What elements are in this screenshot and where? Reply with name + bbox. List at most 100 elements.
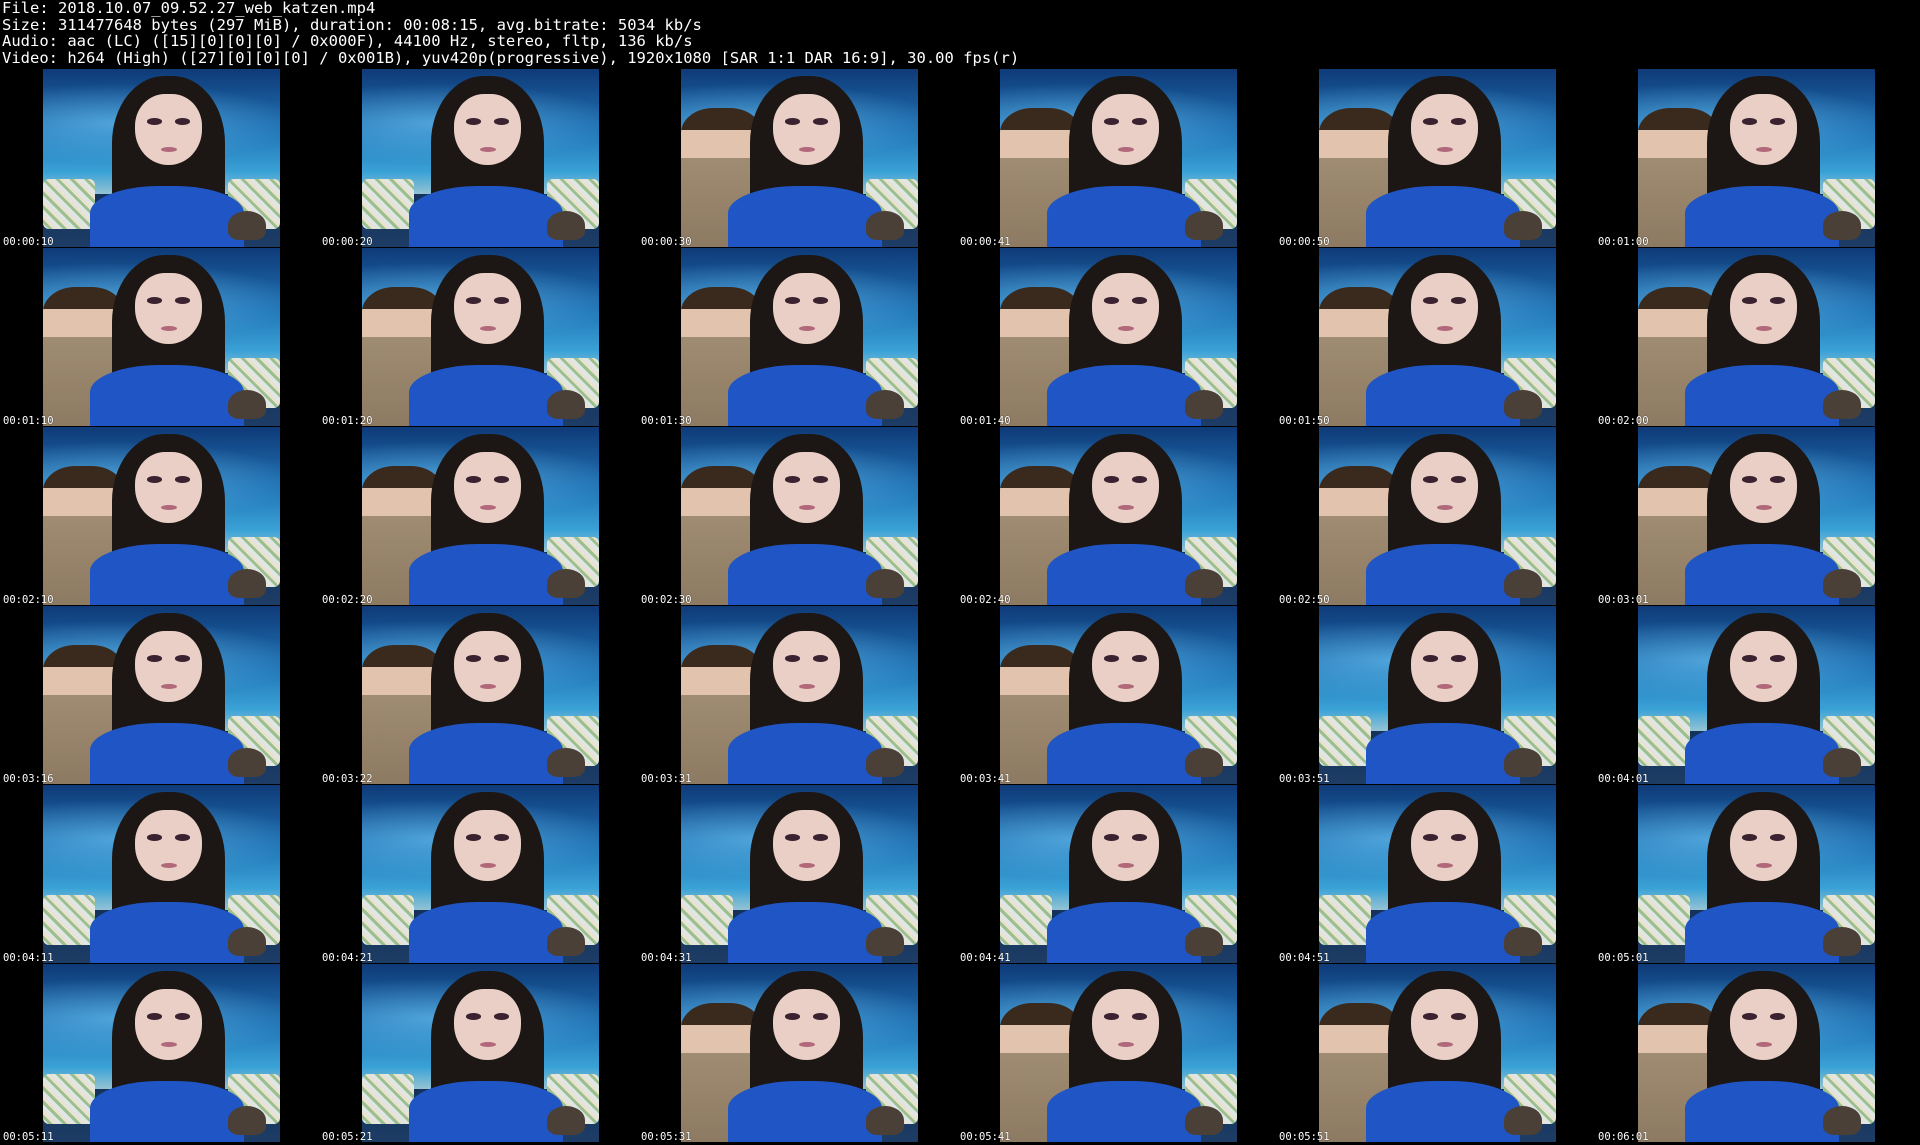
- video-frame-thumbnail: [362, 606, 599, 784]
- thumbnail-cell: 00:00:20: [319, 69, 638, 248]
- frame-timestamp: 00:06:01: [1598, 1131, 1649, 1143]
- video-frame-thumbnail: [1319, 785, 1556, 963]
- frame-timestamp: 00:05:01: [1598, 952, 1649, 964]
- frame-timestamp: 00:00:41: [960, 236, 1011, 248]
- video-frame-thumbnail: [1638, 964, 1875, 1142]
- audio-info-line: Audio: aac (LC) ([15][0][0][0] / 0x000F)…: [2, 32, 693, 50]
- video-frame-thumbnail: [1638, 427, 1875, 605]
- frame-timestamp: 00:02:30: [641, 594, 692, 606]
- video-frame-thumbnail: [681, 964, 918, 1142]
- video-info-line: Video: h264 (High) ([27][0][0][0] / 0x00…: [2, 48, 1020, 67]
- video-frame-thumbnail: [1000, 606, 1237, 784]
- thumbnail-cell: 00:04:11: [0, 785, 319, 964]
- frame-timestamp: 00:02:10: [3, 594, 54, 606]
- frame-timestamp: 00:04:11: [3, 952, 54, 964]
- thumbnail-cell: 00:02:40: [957, 427, 1276, 606]
- frame-timestamp: 00:02:40: [960, 594, 1011, 606]
- video-frame-thumbnail: [362, 69, 599, 247]
- frame-timestamp: 00:03:01: [1598, 594, 1649, 606]
- video-frame-thumbnail: [1000, 785, 1237, 963]
- thumbnail-cell: 00:02:30: [638, 427, 957, 606]
- video-frame-thumbnail: [1319, 69, 1556, 247]
- thumbnail-cell: 00:03:01: [1595, 427, 1914, 606]
- video-frame-thumbnail: [362, 785, 599, 963]
- thumbnail-cell: 00:04:01: [1595, 606, 1914, 785]
- frame-timestamp: 00:04:51: [1279, 952, 1330, 964]
- file-size-line: Size: 311477648 bytes (297 MiB), duratio…: [2, 15, 702, 34]
- frame-timestamp: 00:03:31: [641, 773, 692, 785]
- video-frame-thumbnail: [43, 785, 280, 963]
- frame-timestamp: 00:04:31: [641, 952, 692, 964]
- frame-timestamp: 00:01:40: [960, 415, 1011, 427]
- frame-timestamp: 00:04:41: [960, 952, 1011, 964]
- video-frame-thumbnail: [1319, 606, 1556, 784]
- video-frame-thumbnail: [1638, 785, 1875, 963]
- frame-timestamp: 00:04:01: [1598, 773, 1649, 785]
- thumbnail-cell: 00:00:50: [1276, 69, 1595, 248]
- frame-timestamp: 00:05:11: [3, 1131, 54, 1143]
- thumbnail-cell: 00:03:16: [0, 606, 319, 785]
- frame-timestamp: 00:02:50: [1279, 594, 1330, 606]
- video-frame-thumbnail: [1000, 69, 1237, 247]
- frame-timestamp: 00:01:50: [1279, 415, 1330, 427]
- thumbnail-cell: 00:04:51: [1276, 785, 1595, 964]
- video-frame-thumbnail: [43, 427, 280, 605]
- thumbnail-cell: 00:02:00: [1595, 248, 1914, 427]
- thumbnail-cell: 00:01:00: [1595, 69, 1914, 248]
- video-frame-thumbnail: [1000, 248, 1237, 426]
- video-frame-thumbnail: [1319, 964, 1556, 1142]
- frame-timestamp: 00:00:20: [322, 236, 373, 248]
- video-frame-thumbnail: [681, 606, 918, 784]
- video-frame-thumbnail: [681, 427, 918, 605]
- frame-timestamp: 00:03:51: [1279, 773, 1330, 785]
- video-frame-thumbnail: [1319, 427, 1556, 605]
- frame-timestamp: 00:05:51: [1279, 1131, 1330, 1143]
- frame-timestamp: 00:05:31: [641, 1131, 692, 1143]
- thumbnail-cell: 00:00:41: [957, 69, 1276, 248]
- frame-timestamp: 00:00:30: [641, 236, 692, 248]
- thumbnail-cell: 00:03:22: [319, 606, 638, 785]
- video-frame-thumbnail: [43, 606, 280, 784]
- video-frame-thumbnail: [1000, 964, 1237, 1142]
- thumbnail-cell: 00:01:50: [1276, 248, 1595, 427]
- thumbnail-cell: 00:01:30: [638, 248, 957, 427]
- video-frame-thumbnail: [1638, 69, 1875, 247]
- thumbnail-cell: 00:05:11: [0, 964, 319, 1143]
- frame-timestamp: 00:05:21: [322, 1131, 373, 1143]
- thumbnail-cell: 00:04:21: [319, 785, 638, 964]
- frame-timestamp: 00:01:10: [3, 415, 54, 427]
- thumbnail-cell: 00:01:20: [319, 248, 638, 427]
- video-frame-thumbnail: [362, 427, 599, 605]
- thumbnail-cell: 00:00:30: [638, 69, 957, 248]
- thumbnail-cell: 00:05:21: [319, 964, 638, 1143]
- thumbnail-cell: 00:01:10: [0, 248, 319, 427]
- video-frame-thumbnail: [681, 69, 918, 247]
- frame-timestamp: 00:01:00: [1598, 236, 1649, 248]
- thumbnail-cell: 00:05:41: [957, 964, 1276, 1143]
- frame-timestamp: 00:02:20: [322, 594, 373, 606]
- thumbnail-cell: 00:03:51: [1276, 606, 1595, 785]
- thumbnail-cell: 00:06:01: [1595, 964, 1914, 1143]
- thumbnail-cell: 00:05:31: [638, 964, 957, 1143]
- thumbnail-cell: 00:05:01: [1595, 785, 1914, 964]
- frame-timestamp: 00:02:00: [1598, 415, 1649, 427]
- video-frame-thumbnail: [1638, 606, 1875, 784]
- video-frame-thumbnail: [362, 248, 599, 426]
- video-frame-thumbnail: [681, 785, 918, 963]
- frame-timestamp: 00:01:30: [641, 415, 692, 427]
- frame-timestamp: 00:01:20: [322, 415, 373, 427]
- video-frame-thumbnail: [362, 964, 599, 1142]
- thumbnail-cell: 00:02:20: [319, 427, 638, 606]
- video-frame-thumbnail: [1638, 248, 1875, 426]
- thumbnail-cell: 00:03:31: [638, 606, 957, 785]
- thumbnail-cell: 00:02:10: [0, 427, 319, 606]
- video-frame-thumbnail: [681, 248, 918, 426]
- video-frame-thumbnail: [1000, 427, 1237, 605]
- thumbnail-cell: 00:03:41: [957, 606, 1276, 785]
- frame-timestamp: 00:03:16: [3, 773, 54, 785]
- thumbnail-cell: 00:00:10: [0, 69, 319, 248]
- file-name-line: File: 2018.10.07_09.52.27_web_katzen.mp4: [2, 0, 376, 17]
- frame-timestamp: 00:03:22: [322, 773, 373, 785]
- thumbnail-cell: 00:04:41: [957, 785, 1276, 964]
- video-frame-thumbnail: [43, 69, 280, 247]
